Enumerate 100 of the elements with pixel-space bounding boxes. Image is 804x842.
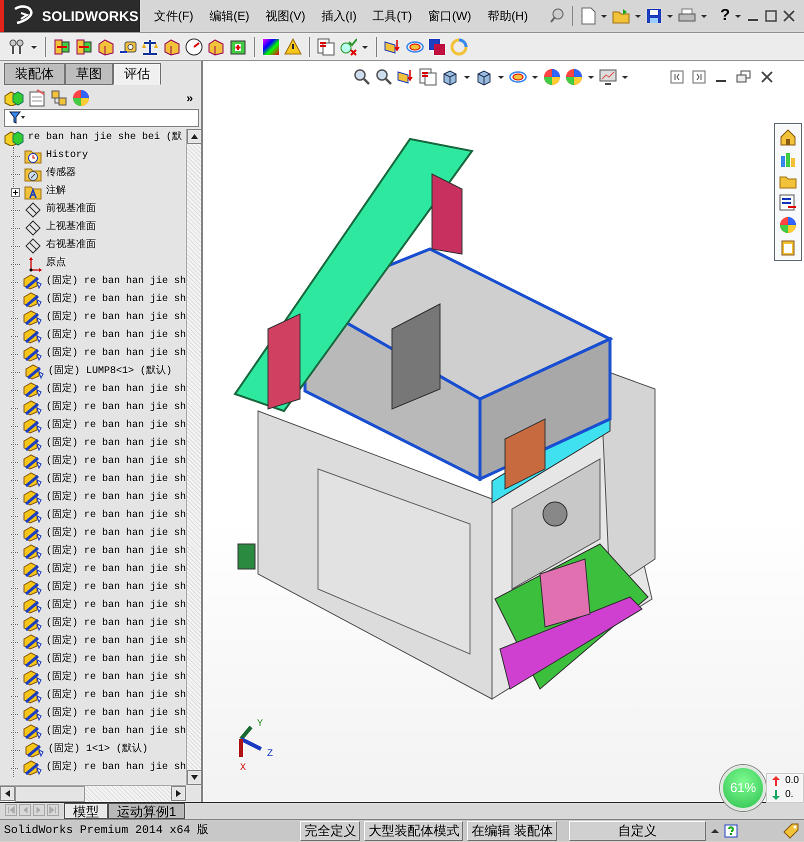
warning-icon[interactable] — [284, 38, 302, 56]
tree-item[interactable]: 右视基准面 — [46, 237, 96, 255]
more-button[interactable]: » — [186, 89, 197, 107]
scroll-up-icon[interactable] — [190, 132, 199, 141]
tree-item[interactable]: (固定) re ban han jie sh — [46, 453, 186, 471]
units-selector[interactable]: 自定义 — [569, 820, 706, 840]
model-tab[interactable]: 模型 — [64, 803, 108, 819]
tree-item[interactable]: (固定) re ban han jie sh — [46, 291, 186, 309]
model-tab[interactable]: 运动算例1 — [108, 803, 186, 819]
menu-item[interactable]: 窗口(W) — [422, 5, 478, 27]
box-icon[interactable] — [163, 38, 181, 56]
tree-item[interactable]: (固定) re ban han jie sh — [46, 471, 186, 489]
tree-item[interactable]: 原点 — [46, 255, 66, 273]
cube-icon[interactable] — [475, 68, 493, 86]
scroll-right-icon[interactable] — [174, 789, 183, 798]
expand-icon[interactable] — [11, 188, 20, 196]
cube-icon[interactable] — [441, 68, 459, 86]
rainbow-square-icon[interactable] — [262, 38, 280, 56]
tree-item[interactable]: (固定) re ban han jie sh — [46, 489, 186, 507]
tree-item[interactable]: (固定) LUMP8<1> (默认) — [48, 363, 172, 381]
scroll-down-icon[interactable] — [190, 773, 199, 782]
monitor-icon[interactable] — [599, 68, 617, 86]
tree-item[interactable]: (固定) re ban han jie sh — [46, 597, 186, 615]
tree-item[interactable]: (固定) re ban han jie sh — [46, 381, 186, 399]
printer-icon[interactable] — [678, 8, 696, 24]
save-icon[interactable] — [646, 8, 662, 24]
tree-item[interactable]: (固定) re ban han jie sh — [46, 669, 186, 687]
box-icon[interactable] — [97, 38, 115, 56]
tree-item[interactable]: (固定) re ban han jie sh — [46, 723, 186, 741]
color-wheel-icon[interactable] — [779, 216, 797, 234]
help-button[interactable]: ? — [720, 4, 730, 28]
menu-item[interactable]: 帮助(H) — [481, 5, 534, 27]
panel-tab[interactable]: 评估 — [113, 63, 161, 85]
collapse-right-icon[interactable] — [692, 70, 706, 84]
list-icon[interactable] — [779, 194, 797, 212]
tree-item[interactable]: (固定) re ban han jie sh — [46, 687, 186, 705]
configuration-icon[interactable] — [50, 89, 68, 107]
color-wheel-icon[interactable] — [565, 68, 583, 86]
menu-item[interactable]: 文件(F) — [148, 5, 200, 27]
tree-item[interactable]: 前视基准面 — [46, 201, 96, 219]
menu-item[interactable]: 视图(V) — [259, 5, 312, 27]
documents-icon[interactable] — [317, 38, 335, 56]
new-document-icon[interactable] — [580, 7, 596, 25]
horizontal-scrollbar[interactable] — [0, 785, 186, 802]
color-wheel-icon[interactable] — [72, 89, 90, 107]
tree-item[interactable]: 传感器 — [46, 165, 76, 183]
filter-icon[interactable] — [9, 111, 25, 125]
restore-icon[interactable] — [736, 70, 752, 84]
tree-item[interactable]: (固定) re ban han jie sh — [46, 561, 186, 579]
tree-item[interactable]: (固定) re ban han jie sh — [46, 633, 186, 651]
clipboard-icon[interactable] — [779, 238, 797, 256]
check-cross-icon[interactable] — [339, 38, 357, 56]
assembly-icon[interactable] — [4, 90, 24, 106]
tag-icon[interactable] — [782, 822, 800, 840]
vertical-scrollbar[interactable] — [186, 129, 201, 785]
menu-item[interactable]: 编辑(E) — [203, 5, 256, 27]
tree-item[interactable]: (固定) re ban han jie sh — [46, 615, 186, 633]
scale-icon[interactable] — [141, 38, 159, 56]
tree-item[interactable]: (固定) re ban han jie sh — [46, 651, 186, 669]
panel-tab[interactable]: 装配体 — [4, 63, 65, 85]
ring-icon[interactable] — [450, 38, 468, 56]
filter-field[interactable] — [4, 109, 199, 127]
tree-item[interactable]: (固定) re ban han jie sh — [46, 345, 186, 363]
properties-icon[interactable] — [28, 89, 46, 107]
tree-item[interactable]: (固定) re ban han jie sh — [46, 309, 186, 327]
bolts-icon[interactable] — [8, 38, 26, 56]
scroll-left-icon[interactable] — [3, 789, 12, 798]
tree-item[interactable]: (固定) re ban han jie sh — [46, 417, 186, 435]
box-icon[interactable] — [207, 38, 225, 56]
cube-plus-icon[interactable] — [229, 38, 247, 56]
documents-icon[interactable] — [419, 68, 437, 86]
menu-item[interactable]: 插入(I) — [315, 5, 363, 27]
tree-item[interactable]: (固定) re ban han jie sh — [46, 543, 186, 561]
tree-item[interactable]: (固定) re ban han jie sh — [46, 759, 186, 777]
overlapping-squares-icon[interactable] — [428, 38, 446, 56]
help-icon[interactable] — [724, 824, 738, 838]
close-icon[interactable] — [760, 70, 774, 84]
maximize-icon[interactable] — [764, 9, 778, 23]
tree-item[interactable]: (固定) re ban han jie sh — [46, 435, 186, 453]
tree-item[interactable]: History — [46, 147, 88, 165]
gauge-icon[interactable] — [185, 38, 203, 56]
tree-item[interactable]: 上视基准面 — [46, 219, 96, 237]
tree-item[interactable]: (固定) re ban han jie sh — [46, 327, 186, 345]
zoom-icon[interactable] — [353, 68, 371, 86]
menu-item[interactable]: 工具(T) — [366, 5, 418, 27]
close-icon[interactable] — [782, 9, 796, 23]
tree-item[interactable]: re ban han jie she bei (默 — [28, 129, 182, 147]
tree-item[interactable]: (固定) re ban han jie sh — [46, 705, 186, 723]
home-icon[interactable] — [779, 128, 797, 146]
color-wheel-icon[interactable] — [543, 68, 561, 86]
panel-tab[interactable]: 草图 — [65, 63, 113, 85]
library-icon[interactable] — [779, 150, 797, 168]
tree-item[interactable]: (固定) re ban han jie sh — [46, 507, 186, 525]
tree-item[interactable]: 注解 — [46, 183, 66, 201]
tree-item[interactable]: (固定) re ban han jie sh — [46, 399, 186, 417]
tree-item[interactable]: (固定) re ban han jie sh — [46, 273, 186, 291]
tree-item[interactable]: (固定) 1<1> (默认) — [48, 741, 148, 759]
tree-item[interactable]: (固定) re ban han jie sh — [46, 525, 186, 543]
collapse-left-icon[interactable] — [670, 70, 684, 84]
tree-item[interactable]: (固定) re ban han jie sh — [46, 579, 186, 597]
